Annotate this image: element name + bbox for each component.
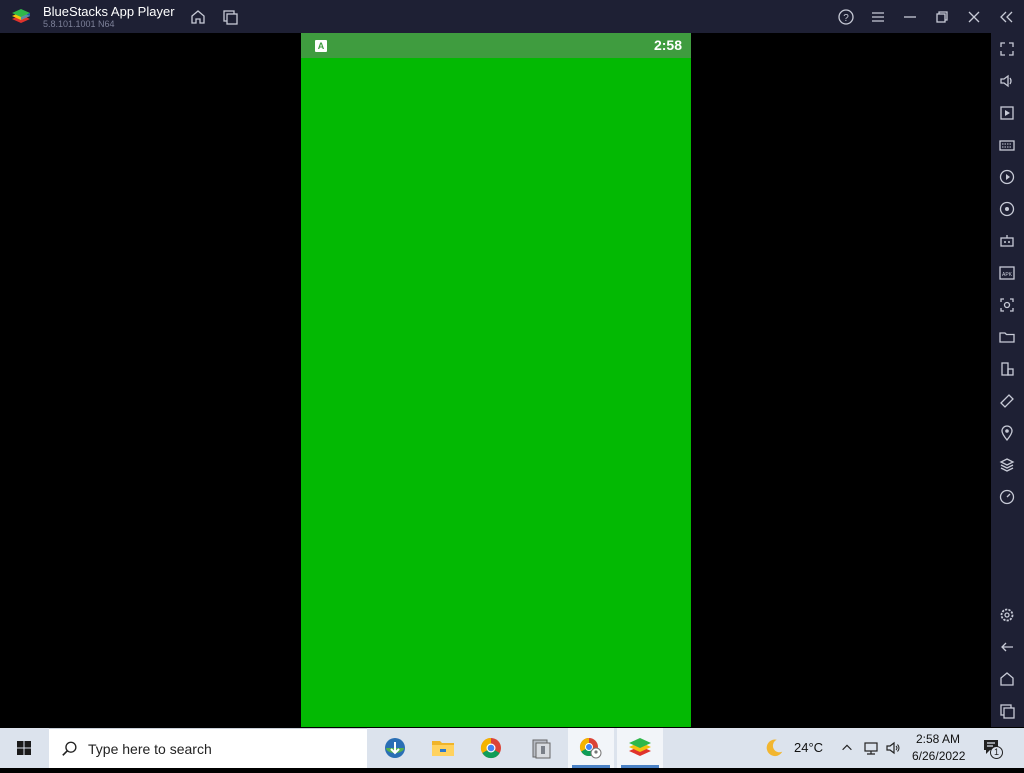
search-icon <box>62 741 77 756</box>
window-title: BlueStacks App Player <box>43 4 175 19</box>
bot-icon[interactable] <box>998 232 1016 250</box>
windows-logo-icon <box>17 741 31 755</box>
location-icon[interactable] <box>998 424 1016 442</box>
chevron-up-icon[interactable] <box>840 741 854 755</box>
search-placeholder: Type here to search <box>88 741 212 757</box>
chrome-icon <box>480 737 501 759</box>
network-icon[interactable] <box>863 740 879 756</box>
chrome-profile-icon <box>579 738 602 759</box>
macro-icon[interactable] <box>998 168 1016 186</box>
volume-icon[interactable] <box>998 72 1016 90</box>
speaker-icon[interactable] <box>885 740 901 756</box>
svg-text:?: ? <box>843 13 849 24</box>
settings-icon[interactable] <box>998 606 1016 624</box>
close-icon[interactable] <box>965 8 983 26</box>
multi-instance-icon[interactable] <box>221 8 239 26</box>
taskbar-bluestacks[interactable] <box>617 728 663 768</box>
collapse-sidebar-icon[interactable] <box>997 8 1015 26</box>
internet-download-manager-icon <box>385 738 405 758</box>
start-button[interactable] <box>0 728 48 768</box>
archive-icon <box>532 739 551 759</box>
status-time: 2:58 <box>653 37 682 53</box>
screenshot-icon[interactable] <box>998 296 1016 314</box>
help-icon[interactable]: ? <box>837 8 855 26</box>
keyboard-controls-icon[interactable] <box>998 136 1016 154</box>
taskbar-chrome[interactable] <box>468 728 514 768</box>
android-status-bar: A 2:58 <box>301 33 691 58</box>
windows-taskbar: Type here to search 24°C 2:58 AM 6/26/20… <box>0 728 1024 768</box>
android-home-icon[interactable] <box>998 670 1016 688</box>
taskbar-search-box[interactable]: Type here to search <box>49 728 367 768</box>
svg-text:APK: APK <box>1002 272 1013 278</box>
clock-date[interactable]: 6/26/2022 <box>912 749 965 763</box>
restore-icon[interactable] <box>933 8 951 26</box>
media-folder-icon[interactable] <box>998 328 1016 346</box>
minimize-icon[interactable] <box>901 8 919 26</box>
recent-apps-icon[interactable] <box>998 702 1016 720</box>
clock-time[interactable]: 2:58 AM <box>916 732 960 746</box>
game-controls-icon[interactable] <box>998 200 1016 218</box>
notification-count-badge: 1 <box>990 746 1003 759</box>
title-bar: BlueStacks App Player 5.8.101.1001 N64 ? <box>0 0 1024 33</box>
screen-recorder-icon[interactable] <box>998 104 1016 122</box>
multi-instance-manager-icon[interactable] <box>998 360 1016 378</box>
app-version: 5.8.101.1001 N64 <box>43 19 115 29</box>
taskbar-file-explorer[interactable] <box>420 728 466 768</box>
notification-icon: A <box>315 40 327 52</box>
weather-temperature[interactable]: 24°C <box>794 740 823 755</box>
eco-mode-icon[interactable] <box>998 488 1016 506</box>
folder-icon <box>432 741 454 756</box>
moon-weather-icon[interactable] <box>763 737 785 759</box>
back-icon[interactable] <box>998 638 1016 656</box>
taskbar-ie-app[interactable] <box>372 728 418 768</box>
layers-icon[interactable] <box>998 456 1016 474</box>
fullscreen-icon[interactable] <box>998 40 1016 58</box>
install-apk-icon[interactable]: APK <box>998 264 1016 282</box>
menu-icon[interactable] <box>869 8 887 26</box>
rotate-icon[interactable] <box>998 392 1016 410</box>
right-sidebar: APK <box>991 33 1024 727</box>
android-screen[interactable]: A 2:58 <box>301 33 691 727</box>
bluestacks-logo-icon <box>10 6 32 28</box>
taskbar-chrome-profile[interactable] <box>568 728 614 768</box>
bluestacks-icon <box>629 738 651 756</box>
home-icon[interactable] <box>189 8 207 26</box>
taskbar-archive-app[interactable] <box>518 728 564 768</box>
notification-center-icon[interactable]: 1 <box>982 737 1004 759</box>
